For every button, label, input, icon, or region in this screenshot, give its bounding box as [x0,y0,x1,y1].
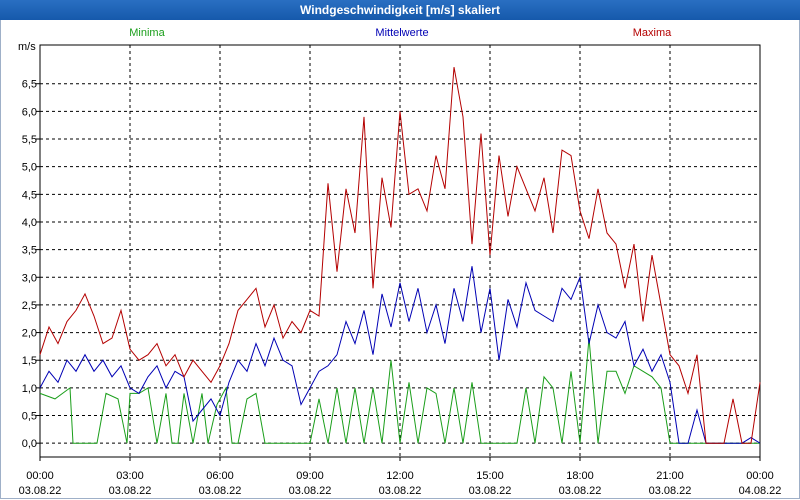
legend-mittelwerte: Mittelwerte [375,27,428,39]
legend-minima: Minima [129,27,165,39]
y-tick-label: 2,5 [22,300,37,312]
y-tick-label: 6,5 [22,79,37,91]
y-tick-label: 0,5 [22,411,37,423]
x-tick-time-label: 06:00 [206,470,234,482]
x-tick-time-label: 03:00 [116,470,144,482]
x-tick-time-label: 00:00 [26,470,54,482]
y-tick-label: 5,5 [22,134,37,146]
y-tick-label: 3,5 [22,245,37,257]
x-tick-date-label: 04.08.22 [739,485,782,497]
x-tick-time-label: 15:00 [476,470,504,482]
x-tick-date-label: 03.08.22 [379,485,422,497]
x-tick-date-label: 03.08.22 [109,485,152,497]
y-tick-label: 5,0 [22,162,37,174]
x-tick-time-label: 00:00 [746,470,774,482]
x-tick-date-label: 03.08.22 [469,485,512,497]
y-tick-label: 1,0 [22,383,37,395]
y-axis-label: m/s [18,41,36,53]
legend: Minima Mittelwerte Maxima [129,27,672,39]
y-tick-labels: 0,0 0,5 1,0 1,5 2,0 2,5 3,0 3,5 4,0 4,5 5,0 5,5 6,0 6… [22,79,37,450]
x-tick-time-label: 12:00 [386,470,414,482]
y-tick-label: 2,0 [22,328,37,340]
x-tick-date-label: 03.08.22 [199,485,242,497]
y-tick-label: 4,5 [22,189,37,201]
y-tick-label: 4,0 [22,217,37,229]
x-tick-time-label: 21:00 [656,470,684,482]
x-tick-date-label: 03.08.22 [559,485,602,497]
y-tick-label: 3,0 [22,272,37,284]
x-tick-time-label: 09:00 [296,470,324,482]
y-tick-label: 1,5 [22,355,37,367]
x-tick-time-label: 18:00 [566,470,594,482]
x-tick-labels: 00:00 03.08.22 03:00 03.08.22 06:00 03.08.22 0… [19,470,782,497]
grid-lines [36,44,761,461]
wind-speed-chart: 0,0 0,5 1,0 1,5 2,0 2,5 3,0 3,5 4,0 4,5 5,0 5,5 6,0 6… [18,27,782,497]
y-tick-label: 0,0 [22,438,37,450]
y-tick-label: 6,0 [22,106,37,118]
legend-maxima: Maxima [633,27,672,39]
x-tick-date-label: 03.08.22 [19,485,62,497]
x-tick-date-label: 03.08.22 [289,485,332,497]
x-tick-date-label: 03.08.22 [649,485,692,497]
